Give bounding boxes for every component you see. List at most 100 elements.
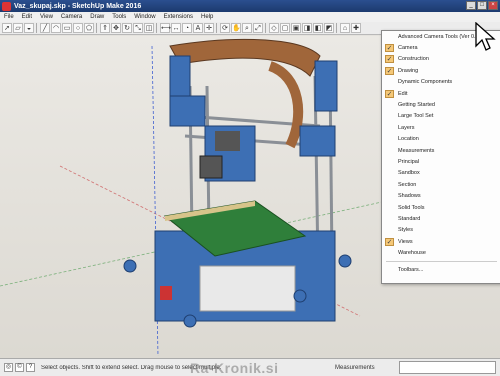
foot	[338, 254, 352, 268]
zoom-tool-icon[interactable]: ⌕	[242, 23, 252, 33]
foot	[123, 259, 137, 273]
toolbar-separator	[156, 23, 158, 33]
menu-item-styles[interactable]: Styles	[382, 225, 500, 236]
menu-item-principal[interactable]: Principal	[382, 156, 500, 167]
electronics-box	[199, 265, 296, 312]
menu-item-drawing[interactable]: ✓ Drawing	[382, 65, 500, 76]
paint-bucket-icon[interactable]: ◒	[24, 23, 34, 33]
check-icon: ✓	[385, 44, 394, 53]
left-view-icon[interactable]: ◩	[324, 23, 334, 33]
offset-tool-icon[interactable]: ◫	[144, 23, 154, 33]
check-icon	[385, 112, 394, 120]
status-hint: Select objects. Shift to extend select. …	[41, 364, 222, 371]
menu-help[interactable]: Help	[197, 14, 217, 20]
protractor-icon[interactable]: ◔	[182, 23, 192, 33]
toolbar-separator	[336, 23, 338, 33]
orbit-tool-icon[interactable]: ⟳	[220, 23, 230, 33]
menu-item-section[interactable]: Section	[382, 179, 500, 190]
pushpull-tool-icon[interactable]: ⇑	[100, 23, 110, 33]
menu-item-location[interactable]: Location	[382, 134, 500, 145]
menu-item-construction[interactable]: ✓ Construction	[382, 54, 500, 65]
check-icon	[385, 249, 394, 257]
polygon-tool-icon[interactable]: ⬠	[84, 23, 94, 33]
menu-item-toolbars-dialog[interactable]: Toolbars...	[382, 264, 500, 275]
rectangle-tool-icon[interactable]: ▭	[62, 23, 72, 33]
menu-item-views[interactable]: ✓ Views	[382, 236, 500, 247]
menu-camera[interactable]: Camera	[57, 14, 86, 20]
credits-icon[interactable]: ©	[15, 363, 24, 372]
circle-tool-icon[interactable]: ○	[73, 23, 83, 33]
menu-tools[interactable]: Tools	[108, 14, 130, 20]
check-icon	[385, 147, 394, 155]
check-icon	[385, 181, 394, 189]
cable-chain	[169, 38, 321, 77]
minimize-button[interactable]: _	[466, 1, 476, 10]
help-icon[interactable]: ?	[26, 363, 35, 372]
check-icon	[385, 135, 394, 143]
menu-item-dynamic-components[interactable]: Dynamic Components	[382, 77, 500, 88]
menu-draw[interactable]: Draw	[86, 14, 108, 20]
check-icon	[385, 226, 394, 234]
text-tool-icon[interactable]: A	[193, 23, 203, 33]
menu-item-edit[interactable]: ✓ Edit	[382, 88, 500, 99]
right-view-icon[interactable]: ◨	[302, 23, 312, 33]
check-icon: ✓	[385, 89, 394, 98]
power-switch	[160, 286, 172, 300]
watermark: Ra-Kronik.si	[190, 360, 279, 376]
menu-item-warehouse[interactable]: Warehouse	[382, 247, 500, 258]
arc-tool-icon[interactable]: ◠	[51, 23, 61, 33]
menu-separator	[386, 260, 497, 262]
top-view-icon[interactable]: ▢	[280, 23, 290, 33]
extension-warehouse-icon[interactable]: ✚	[351, 23, 361, 33]
check-icon	[385, 204, 394, 212]
menu-item-solid-tools[interactable]: Solid Tools	[382, 202, 500, 213]
move-tool-icon[interactable]: ✥	[111, 23, 121, 33]
check-icon	[385, 158, 394, 166]
status-icons: ◎ © ?	[4, 363, 35, 372]
front-view-icon[interactable]: ▣	[291, 23, 301, 33]
foot	[183, 314, 197, 328]
toolbar-separator	[36, 23, 38, 33]
check-icon	[385, 215, 394, 223]
menu-extensions[interactable]: Extensions	[160, 14, 197, 20]
menu-item-standard[interactable]: Standard	[382, 213, 500, 224]
iso-view-icon[interactable]: ◇	[269, 23, 279, 33]
select-tool-icon[interactable]: ➚	[2, 23, 12, 33]
menu-item-getting-started[interactable]: Getting Started	[382, 99, 500, 110]
tape-measure-icon[interactable]: ⟷	[160, 23, 171, 33]
menu-window[interactable]: Window	[130, 14, 159, 20]
menu-item-layers[interactable]: Layers	[382, 122, 500, 133]
menu-item-sandbox[interactable]: Sandbox	[382, 168, 500, 179]
measurements-input[interactable]	[399, 361, 496, 374]
menu-item-large-tool-set[interactable]: Large Tool Set	[382, 111, 500, 122]
window-controls: _ □ ×	[466, 1, 498, 10]
x-idler	[299, 125, 336, 157]
line-tool-icon[interactable]: ╱	[40, 23, 50, 33]
check-icon: ✓	[385, 66, 394, 75]
geolocation-icon[interactable]: ◎	[4, 363, 13, 372]
close-button[interactable]: ×	[488, 1, 498, 10]
scale-tool-icon[interactable]: ⤡	[133, 23, 143, 33]
eraser-tool-icon[interactable]: ▱	[13, 23, 23, 33]
toolbar-separator	[265, 23, 267, 33]
menu-file[interactable]: File	[0, 14, 18, 20]
dimension-tool-icon[interactable]: ↔	[171, 23, 181, 33]
check-icon	[385, 101, 394, 109]
menu-edit[interactable]: Edit	[18, 14, 36, 20]
back-view-icon[interactable]: ◧	[313, 23, 323, 33]
menu-view[interactable]: View	[36, 14, 57, 20]
menu-item-shadows[interactable]: Shadows	[382, 190, 500, 201]
warehouse-icon[interactable]: ⌂	[340, 23, 350, 33]
check-icon	[385, 169, 394, 177]
menu-item-measurements[interactable]: Measurements	[382, 145, 500, 156]
window-title: Vaz_skupaj.skp - SketchUp Make 2016	[14, 2, 142, 10]
rotate-tool-icon[interactable]: ↻	[122, 23, 132, 33]
toolbar-separator	[96, 23, 98, 33]
zoom-extents-icon[interactable]: ⤢	[253, 23, 263, 33]
maximize-button[interactable]: □	[477, 1, 487, 10]
sketchup-app-icon	[2, 1, 11, 11]
pan-tool-icon[interactable]: ✋	[231, 23, 241, 33]
check-icon: ✓	[385, 55, 394, 64]
axes-tool-icon[interactable]: ✛	[204, 23, 214, 33]
check-icon	[385, 266, 394, 274]
